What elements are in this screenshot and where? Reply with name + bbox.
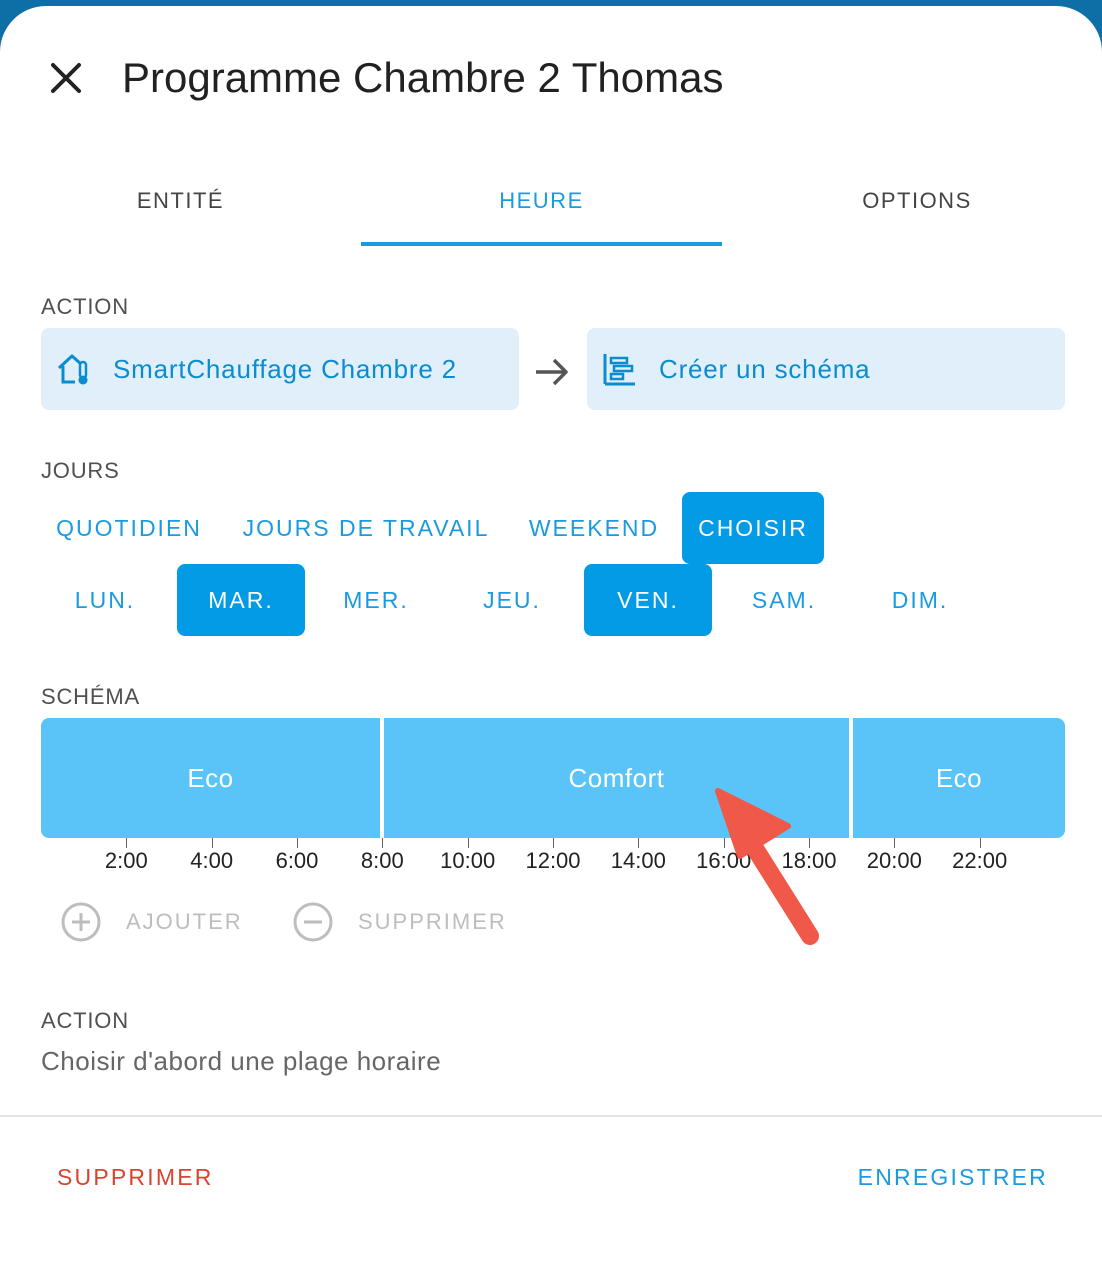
time-tick <box>553 838 554 848</box>
delete-button[interactable]: SUPPRIMER <box>57 1164 214 1191</box>
dialog: Programme Chambre 2 Thomas ENTITÉ HEURE … <box>0 6 1102 1268</box>
home-thermometer-icon <box>57 354 88 385</box>
day-sam[interactable]: SAM. <box>720 564 848 636</box>
time-tick-label: 8:00 <box>360 848 404 873</box>
time-tick-label: 4:00 <box>190 848 234 873</box>
minus-circle-icon <box>293 902 333 942</box>
slot-action-label: ACTION <box>41 1008 129 1033</box>
day-jeu[interactable]: JEU. <box>448 564 576 636</box>
day-mer[interactable]: MER. <box>312 564 440 636</box>
footer-divider <box>0 1115 1102 1117</box>
mode-choisir[interactable]: CHOISIR <box>682 492 824 564</box>
time-tick <box>126 838 128 848</box>
mode-jours-de-travail[interactable]: JOURS DE TRAVAIL <box>225 492 507 564</box>
time-tick-label: 10:00 <box>440 848 496 873</box>
mode-weekend[interactable]: WEEKEND <box>515 492 673 564</box>
mode-quotidien[interactable]: QUOTIDIEN <box>41 492 217 564</box>
dialog-title: Programme Chambre 2 Thomas <box>122 54 724 101</box>
day-dim[interactable]: DIM. <box>856 564 984 636</box>
service-name: Créer un schéma <box>659 353 871 384</box>
entity-name: SmartChauffage Chambre 2 <box>113 353 457 384</box>
tab-options[interactable]: OPTIONS <box>722 156 1102 246</box>
remove-slot-label: SUPPRIMER <box>358 909 507 934</box>
close-icon[interactable] <box>44 56 88 100</box>
remove-slot-button[interactable]: SUPPRIMER <box>292 894 507 950</box>
time-slot-eco-1[interactable]: Eco <box>41 718 380 838</box>
time-tick-label: 6:00 <box>275 848 319 873</box>
entity-chip[interactable]: SmartChauffage Chambre 2 <box>41 328 519 410</box>
time-tick-label: 2:00 <box>104 848 148 873</box>
time-tick <box>638 838 640 848</box>
time-tick <box>979 838 981 848</box>
action-section-label: ACTION <box>41 294 129 319</box>
time-tick-label: 20:00 <box>866 848 922 873</box>
schema-section-label: SCHÉMA <box>41 684 140 709</box>
save-button[interactable]: ENREGISTRER <box>858 1164 1048 1191</box>
schedule-timeline: Eco Comfort Eco <box>41 718 1065 838</box>
time-slot-eco-2[interactable]: Eco <box>853 718 1065 838</box>
day-lun[interactable]: LUN. <box>41 564 169 636</box>
slot-action-hint: Choisir d'abord une plage horaire <box>41 1046 442 1076</box>
tab-bar: ENTITÉ HEURE OPTIONS <box>0 156 1102 246</box>
plus-circle-icon <box>61 902 101 942</box>
tab-indicator <box>361 242 722 246</box>
time-tick <box>382 838 384 848</box>
service-chip[interactable]: Créer un schéma <box>587 328 1065 410</box>
tab-heure[interactable]: HEURE <box>361 156 722 246</box>
tab-entite[interactable]: ENTITÉ <box>0 156 361 246</box>
time-tick-label: 14:00 <box>610 848 666 873</box>
schema-icon <box>603 354 635 386</box>
add-slot-button[interactable]: AJOUTER <box>60 894 243 950</box>
time-tick <box>894 838 896 848</box>
time-tick <box>211 838 213 848</box>
annotation-arrow <box>715 788 819 945</box>
days-section-label: JOURS <box>41 458 120 483</box>
time-tick-label: 22:00 <box>952 848 1008 873</box>
arrow-right-icon <box>536 358 568 386</box>
add-slot-label: AJOUTER <box>126 909 243 934</box>
day-mar[interactable]: MAR. <box>177 564 305 636</box>
time-tick <box>297 838 298 848</box>
day-ven[interactable]: VEN. <box>584 564 712 636</box>
time-tick <box>467 838 469 848</box>
time-tick-label: 12:00 <box>525 848 581 873</box>
